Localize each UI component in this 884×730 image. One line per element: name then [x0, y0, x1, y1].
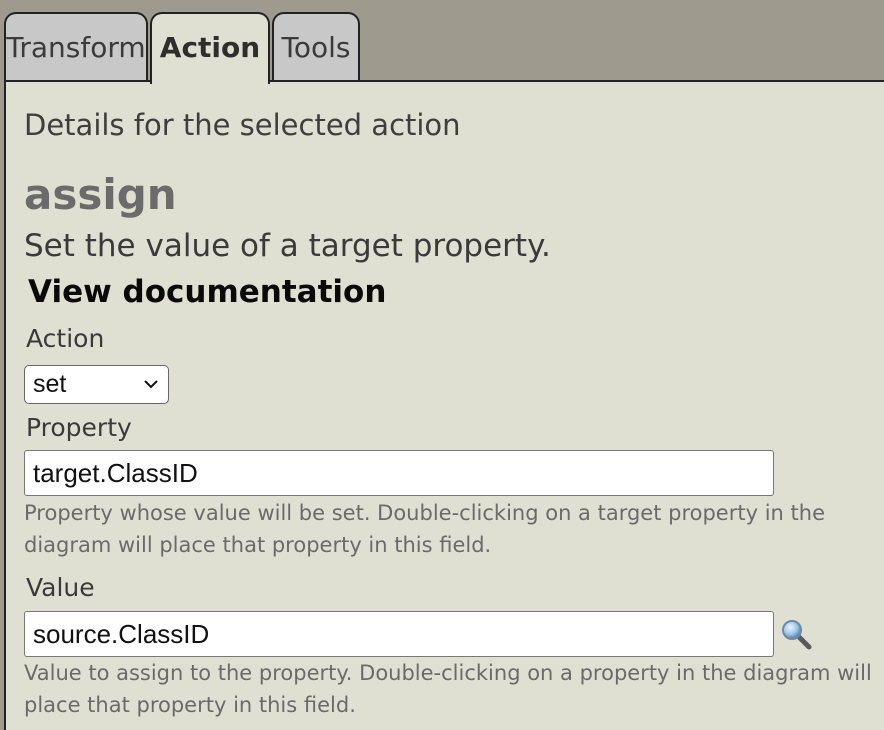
- chevron-down-icon: [144, 380, 158, 389]
- action-details-panel: Details for the selected action assign S…: [4, 80, 884, 730]
- panel-heading: Details for the selected action: [24, 108, 461, 142]
- tab-action[interactable]: Action: [150, 12, 270, 84]
- action-select[interactable]: set: [24, 365, 169, 404]
- value-input[interactable]: [24, 611, 774, 657]
- tab-transform[interactable]: Transform: [4, 12, 148, 80]
- action-select-value: set: [33, 370, 67, 398]
- value-label: Value: [26, 573, 95, 602]
- tab-bar: Transform Action Tools: [0, 0, 884, 84]
- value-help-text: Value to assign to the property. Double-…: [24, 661, 872, 717]
- property-input[interactable]: [24, 450, 774, 496]
- action-label: Action: [26, 324, 105, 353]
- view-documentation-link[interactable]: View documentation: [28, 274, 386, 310]
- tab-tools[interactable]: Tools: [272, 12, 360, 80]
- property-help-text: Property whose value will be set. Double…: [24, 501, 825, 557]
- action-name: assign: [24, 170, 177, 219]
- search-icon[interactable]: [780, 618, 814, 652]
- action-description: Set the value of a target property.: [24, 228, 551, 264]
- property-label: Property: [26, 413, 132, 442]
